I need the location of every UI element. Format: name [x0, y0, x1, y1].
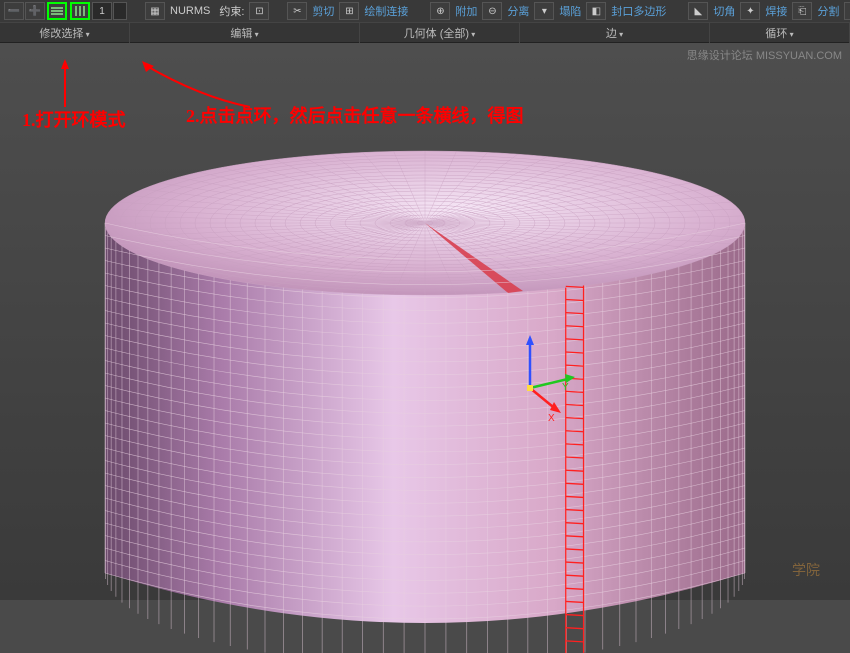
section-edit[interactable]: 编辑: [130, 23, 360, 43]
loop-mode-btn[interactable]: [70, 2, 90, 20]
seal-icon[interactable]: ◧: [586, 2, 606, 20]
section-geometry[interactable]: 几何体 (全部): [360, 23, 520, 43]
spinner-arrows[interactable]: [113, 2, 127, 20]
shrink-btn[interactable]: ➖: [4, 2, 24, 20]
ring-mode-btn[interactable]: [47, 2, 67, 20]
copy-connect-label[interactable]: 绘制连接: [364, 3, 408, 19]
seal-label[interactable]: 封口多边形: [611, 3, 666, 19]
chamfer-icon[interactable]: ◣: [688, 2, 708, 20]
constraint-label: 约束:: [219, 3, 244, 19]
main-toolbar: ➖ ➕ ▦ NURMS 约束: ⊡ ✂ 剪切 ⊞ 绘制连接 ⊕ 附加 ⊖ 分离 …: [0, 0, 850, 43]
watermark-bottom: 学院: [792, 560, 820, 580]
split-icon[interactable]: ⎗: [792, 2, 812, 20]
toolbar-section-row: 修改选择 编辑 几何体 (全部) 边 循环: [0, 22, 850, 42]
nurms-label: NURMS: [170, 5, 210, 17]
constraint-btn[interactable]: ⊡: [249, 2, 269, 20]
separate-icon[interactable]: ⊖: [482, 2, 502, 20]
separate-label[interactable]: 分离: [507, 3, 529, 19]
cut-icon[interactable]: ✂: [287, 2, 307, 20]
weld-label[interactable]: 焊接: [765, 3, 787, 19]
section-modify[interactable]: 修改选择: [0, 23, 130, 43]
cylinder-mesh[interactable]: [95, 113, 755, 623]
target-icon[interactable]: ⊙: [844, 2, 850, 20]
cut-label[interactable]: 剪切: [312, 3, 334, 19]
toolbar-top-row: ➖ ➕ ▦ NURMS 约束: ⊡ ✂ 剪切 ⊞ 绘制连接 ⊕ 附加 ⊖ 分离 …: [0, 0, 850, 22]
section-edge[interactable]: 边: [520, 23, 710, 43]
section-loop[interactable]: 循环: [710, 23, 850, 43]
annotation-step2: 2.点击点环，然后点击任意一条横线，得图: [186, 102, 524, 128]
split-label[interactable]: 分割: [817, 3, 839, 19]
chamfer-label[interactable]: 切角: [713, 3, 735, 19]
collapse-label[interactable]: 塌陷: [559, 3, 581, 19]
attach-icon[interactable]: ⊕: [430, 2, 450, 20]
attach-label[interactable]: 附加: [455, 3, 477, 19]
collapse-icon[interactable]: ▾: [534, 2, 554, 20]
nurms-toggle-icon[interactable]: ▦: [145, 2, 165, 20]
gizmo-y-label: Y: [562, 382, 569, 393]
copy-connect-icon[interactable]: ⊞: [339, 2, 359, 20]
watermark-top: 思缘设计论坛 MISSYUAN.COM: [687, 47, 842, 63]
spinner-input[interactable]: [92, 2, 112, 20]
weld-icon[interactable]: ✦: [740, 2, 760, 20]
gizmo-x-label: X: [548, 413, 555, 423]
grow-btn[interactable]: ➕: [25, 2, 45, 20]
3d-viewport[interactable]: Y X 1.打开环模式 2.点击点环，然后点击任意一条横线，得图 思缘设计论坛 …: [0, 43, 850, 600]
annotation-step1: 1.打开环模式: [22, 106, 126, 132]
transform-gizmo[interactable]: Y X: [500, 333, 590, 426]
